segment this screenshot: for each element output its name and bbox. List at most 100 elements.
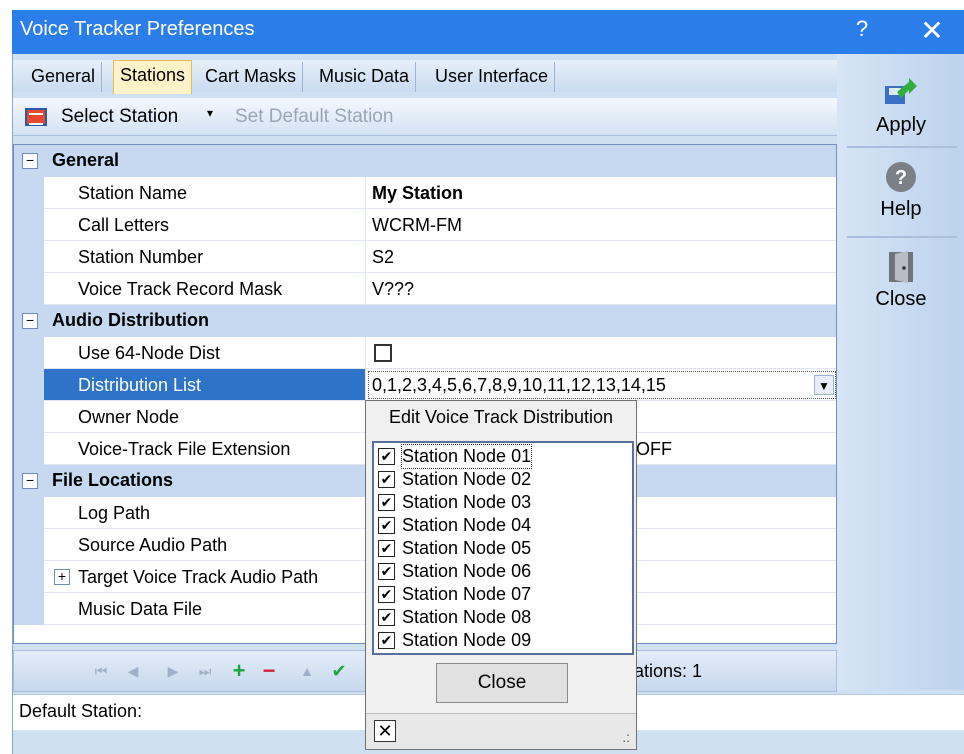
close-window-button[interactable]: ✕ (912, 14, 952, 48)
category-audio-distribution[interactable]: − Audio Distribution (14, 305, 836, 337)
apply-label: Apply (875, 114, 927, 136)
select-station-icon[interactable] (25, 108, 47, 126)
separator (847, 236, 957, 238)
property-name: Use 64-Node Dist (44, 337, 366, 369)
category-label: File Locations (52, 470, 174, 490)
cancel-x-icon[interactable]: ✕ (374, 720, 396, 742)
category-general[interactable]: − General (14, 145, 836, 177)
row-gutter (14, 241, 44, 273)
expand-icon[interactable]: + (54, 569, 70, 585)
row-gutter (14, 561, 44, 593)
checkbox-checked-icon[interactable]: ✔ (378, 563, 395, 580)
list-item-label: Station Node 05 (402, 538, 532, 558)
checkbox-checked-icon[interactable]: ✔ (378, 540, 395, 557)
next-record-icon[interactable]: ▶ (162, 659, 184, 683)
resize-grip-icon[interactable]: .: (622, 729, 630, 745)
tab-user-interface[interactable]: User Interface (429, 62, 556, 92)
checkbox-checked-icon[interactable]: ✔ (378, 517, 395, 534)
list-item-label: Station Node 09 (402, 630, 532, 650)
popup-title: Edit Voice Track Distribution (388, 407, 614, 427)
collapse-icon[interactable]: − (22, 313, 38, 329)
apply-button[interactable]: Apply (845, 76, 957, 137)
property-row[interactable]: Distribution List 0,1,2,3,4,5,6,7,8,9,10… (14, 369, 836, 401)
row-gutter (14, 529, 44, 561)
list-item-label: Station Node 08 (402, 607, 532, 627)
confirm-icon[interactable]: ✔ (328, 659, 350, 683)
default-station-label: Default Station: (19, 701, 143, 721)
use-64-node-checkbox[interactable] (374, 344, 392, 362)
row-gutter (14, 433, 44, 465)
select-station-button[interactable]: Select Station (61, 106, 178, 128)
property-name: Station Number (44, 241, 366, 273)
row-gutter (14, 209, 44, 241)
row-gutter (14, 369, 44, 401)
property-row[interactable]: Use 64-Node Dist (14, 337, 836, 369)
svg-text:?: ? (895, 167, 907, 189)
property-name: Voice Track Record Mask (44, 273, 366, 305)
help-icon: ? (886, 162, 916, 192)
add-record-icon[interactable]: + (228, 659, 250, 683)
first-record-icon[interactable]: ⏮ (90, 659, 112, 683)
row-gutter (14, 497, 44, 529)
prev-record-icon[interactable]: ◀ (122, 659, 144, 683)
up-icon[interactable]: ▲ (296, 659, 318, 683)
last-record-icon[interactable]: ⏭ (194, 659, 216, 683)
property-row[interactable]: Station Number S2 (14, 241, 836, 273)
checkbox-checked-icon[interactable]: ✔ (378, 632, 395, 649)
help-button[interactable]: ? Help (845, 160, 957, 221)
property-name: Music Data File (44, 593, 366, 625)
door-icon (889, 251, 913, 283)
property-name: Source Audio Path (44, 529, 366, 561)
list-item-label: Station Node 03 (402, 492, 532, 512)
popup-close-button[interactable]: Close (436, 663, 568, 703)
use-64-node-value (366, 337, 836, 369)
property-name: Station Name (44, 177, 366, 209)
call-letters-value[interactable]: WCRM-FM (366, 209, 836, 241)
distribution-list-value[interactable]: 0,1,2,3,4,5,6,7,8,9,10,11,12,13,14,15 (366, 369, 836, 401)
list-item-label: Station Node 06 (402, 561, 532, 581)
property-row[interactable]: Voice Track Record Mask V??? (14, 273, 836, 305)
dropdown-arrow-icon[interactable]: ▼ (814, 375, 834, 395)
delete-record-icon[interactable]: − (258, 659, 280, 683)
separator (847, 146, 957, 148)
record-mask-value[interactable]: V??? (366, 273, 836, 305)
checkbox-checked-icon[interactable]: ✔ (378, 448, 395, 465)
close-button[interactable]: Close (845, 250, 957, 311)
station-toolbar: Select Station ▾ Set Default Station (13, 98, 837, 136)
category-label: General (52, 150, 120, 170)
close-label: Close (875, 288, 927, 310)
property-name: Owner Node (44, 401, 366, 433)
category-label: Audio Distribution (52, 310, 209, 330)
row-gutter (14, 593, 44, 625)
help-label: Help (880, 198, 922, 220)
tab-strip: General Stations Cart Masks Music Data U… (13, 60, 837, 94)
checkbox-checked-icon[interactable]: ✔ (378, 586, 395, 603)
property-name: Distribution List (44, 369, 366, 401)
collapse-icon[interactable]: − (22, 153, 38, 169)
station-name-value[interactable]: My Station (366, 177, 836, 209)
help-title-button[interactable]: ? (850, 16, 874, 42)
row-gutter (14, 177, 44, 209)
property-name: Call Letters (44, 209, 366, 241)
property-name: Log Path (44, 497, 366, 529)
checkbox-checked-icon[interactable]: ✔ (378, 471, 395, 488)
station-node-list: ✔ Station Node 01 ✔ Station Node 02 ✔ Stati… (372, 441, 634, 655)
tab-general[interactable]: General (25, 62, 103, 92)
station-number-value[interactable]: S2 (366, 241, 836, 273)
apply-icon (885, 78, 917, 104)
tab-stations[interactable]: Stations (113, 60, 193, 94)
chevron-down-icon[interactable]: ▾ (207, 106, 213, 120)
set-default-station-button: Set Default Station (235, 106, 394, 127)
station-count: ations: 1 (634, 661, 703, 681)
tab-music-data[interactable]: Music Data (313, 62, 417, 92)
checkbox-checked-icon[interactable]: ✔ (378, 609, 395, 626)
property-row[interactable]: Call Letters WCRM-FM (14, 209, 836, 241)
tab-cart-masks[interactable]: Cart Masks (199, 62, 304, 92)
row-gutter (14, 273, 44, 305)
checkbox-checked-icon[interactable]: ✔ (378, 494, 395, 511)
property-row[interactable]: Station Name My Station (14, 177, 836, 209)
row-gutter (14, 337, 44, 369)
list-item-label: Station Node 02 (402, 469, 532, 489)
collapse-icon[interactable]: − (22, 473, 38, 489)
row-gutter (14, 401, 44, 433)
